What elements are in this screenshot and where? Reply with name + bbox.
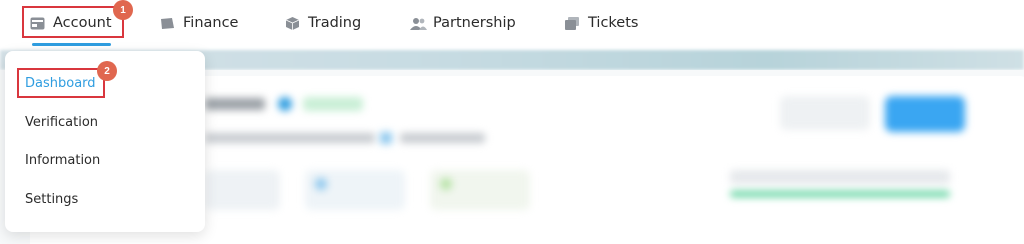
nav-finance-label: Finance (183, 15, 239, 31)
status-badge (303, 97, 363, 111)
menu-item-verification[interactable]: Verification (25, 115, 98, 130)
nav-trading-label: Trading (308, 15, 362, 31)
nav-partnership-label: Partnership (433, 15, 516, 31)
profile-link-text (400, 133, 485, 143)
copy-icon (380, 132, 392, 144)
dashboard-highlight-box (17, 68, 105, 98)
verified-icon (278, 97, 292, 111)
top-navigation: Account Finance Trading Partnership Tick… (0, 0, 1024, 50)
tickets-icon (565, 16, 580, 30)
menu-item-settings[interactable]: Settings (25, 192, 78, 207)
step-badge-2: 2 (97, 61, 117, 81)
nav-trading[interactable]: Trading (285, 12, 361, 34)
nav-partnership[interactable]: Partnership (410, 12, 516, 34)
stat-tile (305, 170, 405, 210)
menu-item-information[interactable]: Information (25, 153, 100, 168)
profile-completion-label (730, 170, 950, 184)
card-icon (160, 17, 175, 30)
profile-completion-bar (730, 191, 950, 197)
stat-icon (440, 178, 452, 190)
secondary-action-button[interactable] (780, 96, 870, 130)
profile-subtext (205, 133, 375, 143)
stat-tile (205, 170, 280, 210)
active-tab-indicator (32, 43, 111, 46)
stat-tile (430, 170, 530, 210)
step-badge-1: 1 (113, 0, 133, 20)
primary-action-button[interactable] (885, 96, 965, 132)
nav-tickets[interactable]: Tickets (565, 12, 638, 34)
profile-name-placeholder (205, 98, 265, 110)
nav-finance[interactable]: Finance (160, 12, 238, 34)
account-highlight-box (22, 6, 124, 38)
users-icon (410, 17, 427, 30)
nav-tickets-label: Tickets (588, 15, 639, 31)
cube-icon (285, 16, 300, 30)
stat-icon (315, 178, 327, 190)
